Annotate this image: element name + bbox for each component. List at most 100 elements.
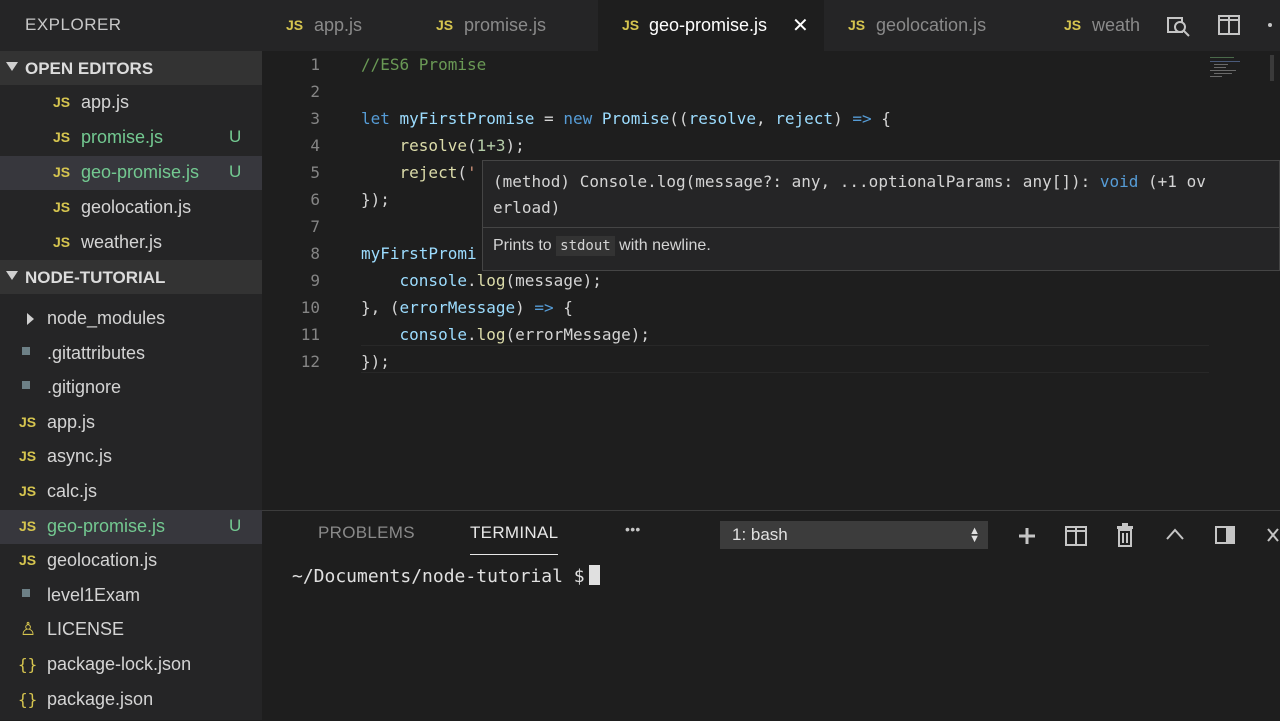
tab-app-js[interactable]: JS app.js [262,0,412,51]
code-token: log [476,325,506,344]
trash-icon[interactable] [1115,523,1135,547]
file-item[interactable]: JS app.js [0,406,262,440]
js-file-icon: JS [848,17,866,33]
code-token: console [399,325,467,344]
explorer-sidebar: EXPLORER OPEN EDITORS JS app.js JS promi… [0,0,262,720]
code-line: resolve(1+3); [361,136,525,155]
open-changes-icon[interactable] [1165,13,1191,39]
file-item[interactable]: ♙ LICENSE [0,613,262,647]
line-number: 5 [310,163,320,182]
more-actions-icon[interactable] [1267,22,1277,28]
doc-code: stdout [556,236,615,256]
open-editor-label: geo-promise.js [81,162,200,182]
js-file-icon: JS [53,164,71,180]
tab-terminal[interactable]: TERMINAL [470,523,559,555]
untracked-badge: U [229,516,242,535]
code-editor[interactable]: 1 2 3 4 5 6 7 8 9 10 11 12 //ES6 Promise… [262,51,1280,496]
open-editor-item[interactable]: JS app.js [0,86,262,120]
line-number: 12 [300,352,320,371]
code-token: }); [361,352,390,371]
toggle-panel-icon[interactable] [1214,525,1236,545]
tab-label: promise.js [464,15,547,35]
project-header[interactable]: NODE-TUTORIAL [0,260,262,294]
code-token: (( [669,109,689,128]
line-number: 9 [310,271,320,290]
file-label: geo-promise.js [47,516,166,536]
explorer-title: EXPLORER [25,15,122,34]
file-label: app.js [47,412,96,432]
signature-text: (method) Console.log(message?: any, ...o… [493,172,1100,191]
tab-label: weath [1092,15,1141,35]
chevron-up-icon[interactable] [1165,527,1185,541]
signature-keyword: void [1099,172,1139,191]
license-icon: ♙ [20,619,37,639]
js-file-icon: JS [53,234,71,250]
bottom-panel: PROBLEMS TERMINAL ••• 1: bash ▲ ▼ ~/Docum… [262,510,1280,721]
open-editor-item[interactable]: JS geolocation.js [0,191,262,225]
chevron-right-icon [27,313,34,325]
file-item[interactable]: {} package-lock.json [0,648,262,682]
code-token: => [534,298,554,317]
code-token: = [534,109,564,128]
code-token: ) [515,298,535,317]
new-terminal-icon[interactable] [1016,525,1038,547]
open-editor-item[interactable]: JS promise.js U [0,121,262,155]
js-file-icon: JS [436,17,454,33]
js-file-icon: JS [19,483,37,499]
line-number: 4 [310,136,320,155]
code-token: resolve [399,136,467,155]
code-line: console.log(errorMessage); [361,325,650,344]
file-item[interactable]: {} package.json [0,683,262,717]
file-item[interactable]: JS calc.js [0,475,262,509]
file-label: geolocation.js [47,550,158,570]
code-token: console [399,271,467,290]
file-item[interactable]: .gitattributes [0,337,262,371]
code-line: }); [361,352,390,371]
file-item[interactable]: JS async.js [0,440,262,474]
js-file-icon: JS [1064,17,1082,33]
code-token: new [563,109,593,128]
code-line: }, (errorMessage) => { [361,298,573,317]
code-token: resolve [688,109,756,128]
tab-promise-js[interactable]: JS promise.js [412,0,598,51]
more-icon[interactable]: ••• [625,521,641,537]
tab-problems[interactable]: PROBLEMS [318,523,415,543]
file-item[interactable]: level1Exam [0,579,262,613]
line-number: 11 [300,325,320,344]
split-terminal-icon[interactable] [1064,525,1088,547]
select-arrows-icon: ▲ ▼ [969,525,980,545]
chevron-down-icon [6,271,18,280]
tab-geo-promise-js[interactable]: JS geo-promise.js ✕ [598,0,824,51]
code-token: }); [361,190,390,209]
hover-divider [483,227,1279,228]
doc-text: Prints to [493,237,557,254]
json-file-icon: {} [18,655,38,674]
code-token: }, ( [361,298,400,317]
terminal-select[interactable]: 1: bash ▲ ▼ [720,521,988,549]
terminal-output[interactable]: ~/Documents/node-tutorial $ [292,565,600,587]
file-label: package.json [47,689,154,709]
close-icon[interactable]: ✕ [792,13,809,38]
file-item-active[interactable]: JS geo-promise.js U [0,510,262,544]
folder-item[interactable]: node_modules [0,302,262,336]
js-file-icon: JS [19,414,37,430]
minimap[interactable] [1210,55,1274,81]
split-editor-icon[interactable] [1217,14,1241,36]
close-panel-icon[interactable] [1266,527,1280,543]
open-editor-label: geolocation.js [81,197,192,217]
tab-label: app.js [314,15,363,35]
file-item[interactable]: .gitignore [0,371,262,405]
open-editors-header[interactable]: OPEN EDITORS [0,51,262,85]
tab-geolocation-js[interactable]: JS geolocation.js [824,0,1040,51]
signature-text: erload) [493,198,561,217]
js-file-icon: JS [622,17,640,33]
open-editor-item[interactable]: JS weather.js [0,226,262,260]
file-item[interactable]: JS geolocation.js [0,544,262,578]
code-token: (message); [505,271,602,290]
open-editor-item-active[interactable]: JS geo-promise.js U [0,156,262,190]
text-file-icon [20,589,32,601]
config-file-icon [20,381,32,393]
config-file-icon [20,347,32,359]
untracked-badge: U [229,127,242,146]
file-label: .gitignore [47,377,122,397]
